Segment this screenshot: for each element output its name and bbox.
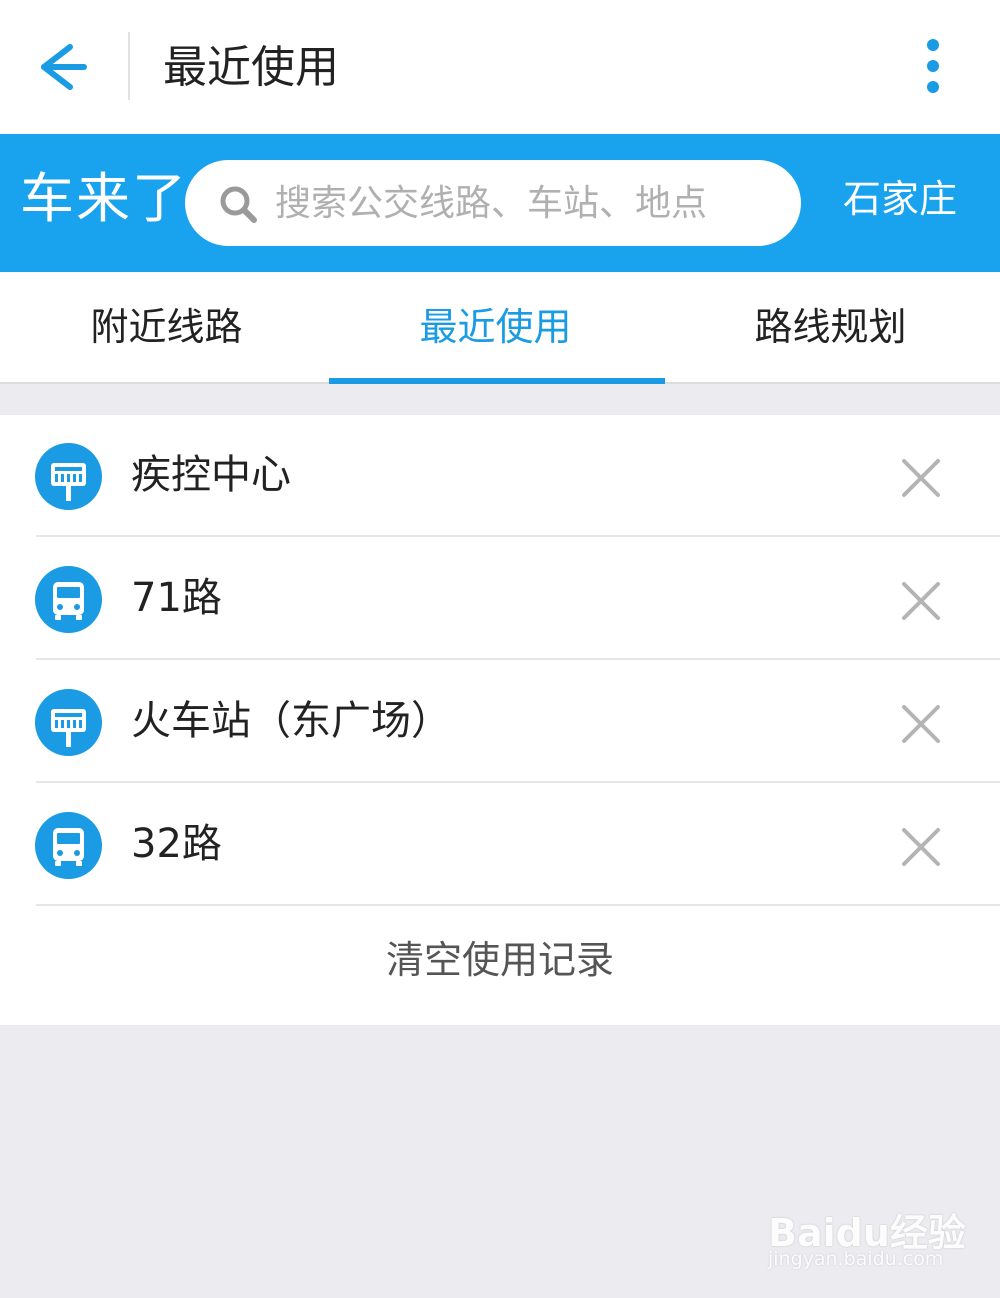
brand-logo: 车来了 [20,167,188,230]
search-box[interactable] [185,160,801,246]
item-label: 32路 [131,821,222,867]
search-input[interactable] [275,160,775,246]
close-icon[interactable] [896,699,946,749]
tab-nearby-lines[interactable]: 附近线路 [0,272,333,382]
list-item[interactable]: 71路 [0,538,1000,660]
row-divider [36,781,1000,783]
app-bar: 最近使用 [0,0,1000,134]
title-divider [128,32,130,100]
more-options-icon[interactable] [912,34,956,100]
search-icon [218,184,258,224]
active-tab-indicator [329,378,665,384]
bus-stop-icon [35,443,102,510]
search-band: 车来了 石家庄 [0,134,1000,272]
tab-recent[interactable]: 最近使用 [329,272,662,382]
tab-route-planning[interactable]: 路线规划 [664,272,997,382]
row-divider [36,658,1000,660]
watermark-url: jingyan.baidu.com [768,1248,944,1270]
clear-history-button[interactable]: 清空使用记录 [0,905,1000,1025]
close-icon[interactable] [896,453,946,503]
list-item[interactable]: 火车站（东广场） [0,661,1000,783]
row-divider [36,535,1000,537]
close-icon[interactable] [896,822,946,872]
list-item[interactable]: 疾控中心 [0,415,1000,537]
bus-icon [35,566,102,633]
close-icon[interactable] [896,576,946,626]
bus-stop-icon [35,689,102,756]
back-arrow-icon[interactable] [30,35,94,99]
page-title: 最近使用 [163,42,339,93]
bus-icon [35,812,102,879]
item-label: 71路 [131,575,222,621]
list-item[interactable]: 32路 [0,784,1000,906]
baidu-jingyan-watermark: Baidu经验 jingyan.baidu.com [768,1192,968,1282]
tab-bar: 附近线路 最近使用 路线规划 [0,272,1000,384]
city-selector[interactable]: 石家庄 [843,174,957,224]
item-label: 疾控中心 [131,452,291,498]
recent-list: 疾控中心 71路 火车站（东广场） 32路 清空使用记录 [0,415,1000,1025]
item-label: 火车站（东广场） [131,698,451,744]
